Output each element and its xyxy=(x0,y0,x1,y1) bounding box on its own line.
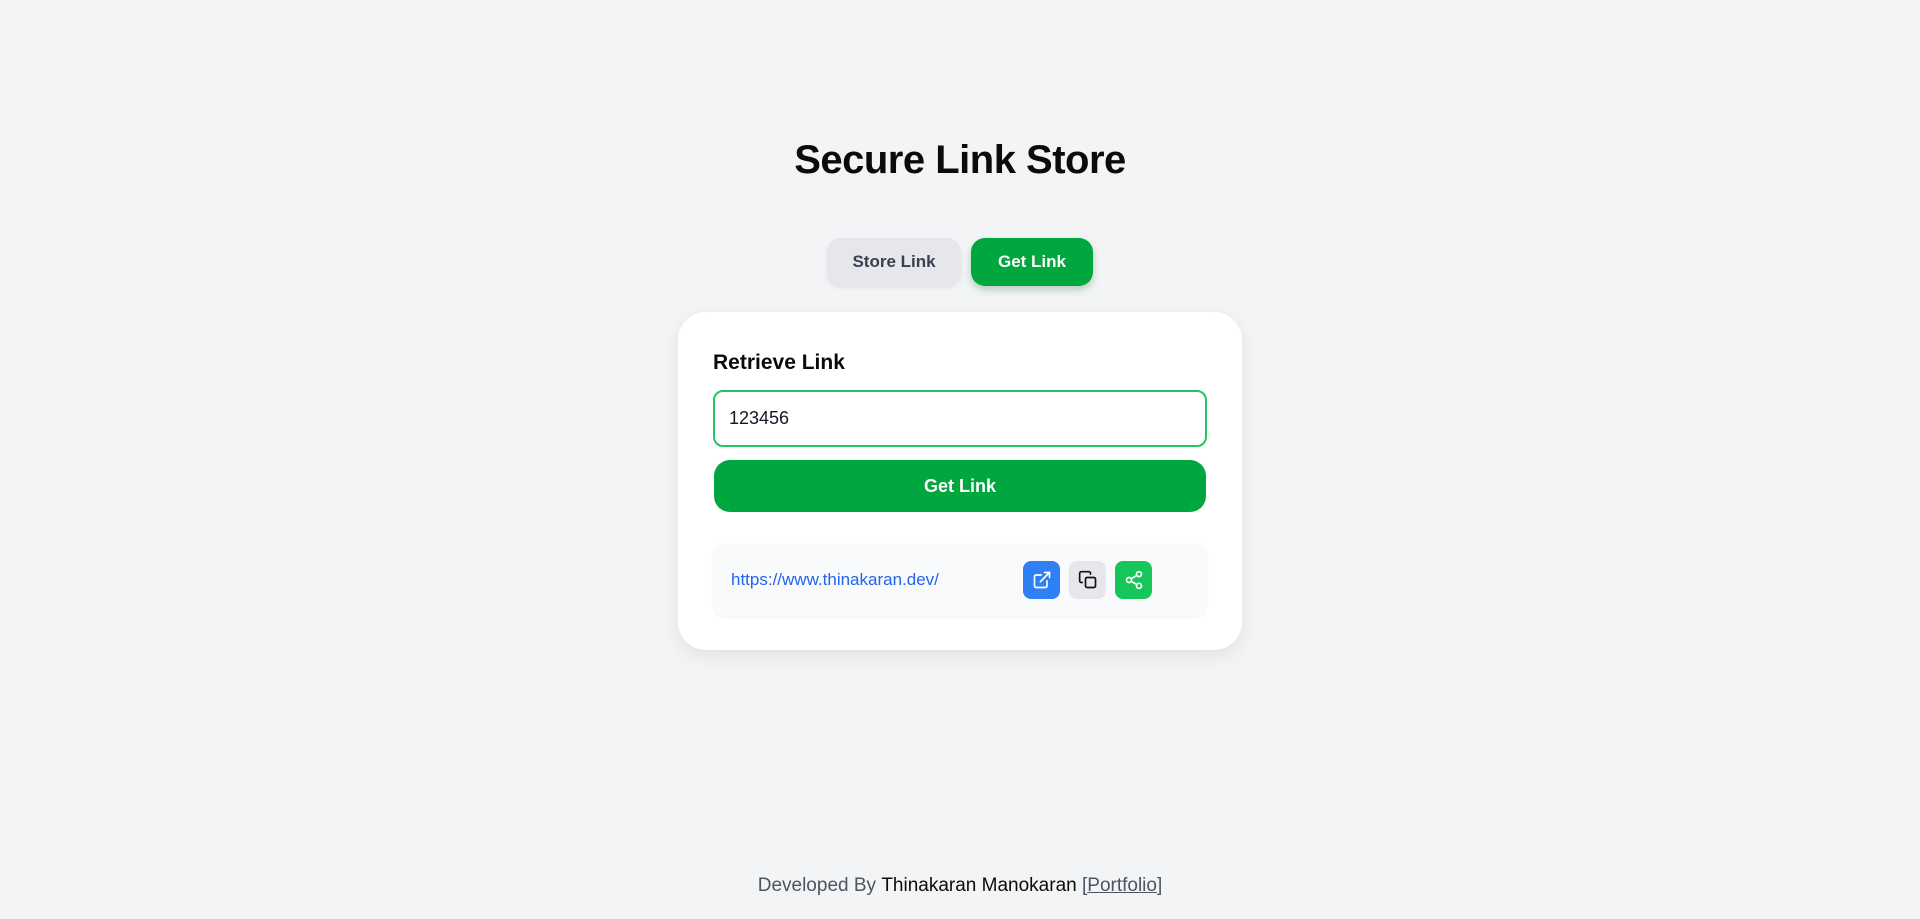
get-link-button[interactable]: Get Link xyxy=(714,460,1206,512)
page: Secure Link Store Store Link Get Link Re… xyxy=(0,0,1920,919)
tab-store-link[interactable]: Store Link xyxy=(827,238,961,286)
share-icon xyxy=(1125,570,1142,590)
tab-get-link[interactable]: Get Link xyxy=(971,238,1093,286)
copy-icon xyxy=(1078,570,1096,589)
code-input[interactable] xyxy=(713,390,1207,447)
external-link-icon xyxy=(1033,571,1050,589)
mode-tabs: Store Link Get Link xyxy=(0,238,1920,286)
copy-link-button[interactable] xyxy=(1069,561,1106,599)
open-link-button[interactable] xyxy=(1023,561,1060,599)
card-heading: Retrieve Link xyxy=(713,351,845,374)
page-title: Secure Link Store xyxy=(794,138,1126,182)
footer-author: Thinakaran Manokaran xyxy=(881,875,1077,896)
result-box: https://www.thinakaran.dev/ xyxy=(714,544,1206,616)
footer-prefix: Developed By xyxy=(757,875,877,896)
footer: Developed By Thinakaran Manokaran [Portf… xyxy=(0,875,1920,897)
footer-bracket-close: ] xyxy=(1156,875,1163,896)
portfolio-link[interactable]: Portfolio xyxy=(1087,875,1157,896)
retrieve-card: Retrieve Link Get Link https://www.thina… xyxy=(678,312,1242,650)
share-link-button[interactable] xyxy=(1115,561,1152,599)
result-url-link[interactable]: https://www.thinakaran.dev/ xyxy=(731,570,939,590)
